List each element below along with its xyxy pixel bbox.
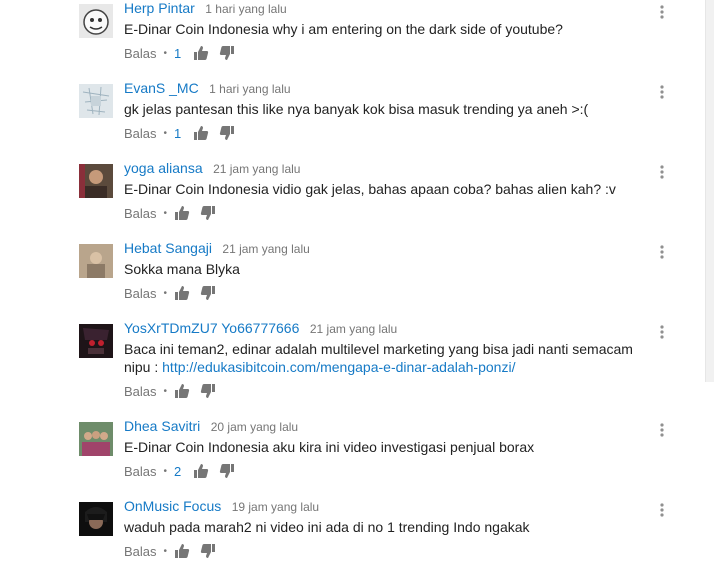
- comment-time[interactable]: 1 hari yang lalu: [209, 82, 290, 96]
- reply-button[interactable]: Balas: [124, 126, 157, 141]
- avatar[interactable]: [79, 84, 113, 118]
- comment-actions: Balas •: [124, 542, 226, 560]
- like-count: 1: [174, 45, 182, 61]
- group-photo-avatar-icon: [79, 244, 113, 278]
- comment-actions: Balas • 1: [124, 124, 245, 142]
- comment: Herp Pintar 1 hari yang lalu E-Dinar Coi…: [0, 0, 690, 70]
- comment-time[interactable]: 21 jam yang lalu: [222, 242, 309, 256]
- comment-text: Sokka mana Blyka: [124, 261, 240, 277]
- comment-time[interactable]: 1 hari yang lalu: [205, 2, 286, 16]
- like-count: 1: [174, 125, 182, 141]
- anime-avatar-icon: [79, 324, 113, 358]
- comment-actions: Balas •: [124, 284, 226, 302]
- thumbs-down-icon[interactable]: [200, 543, 216, 559]
- thumbs-down-icon[interactable]: [219, 45, 235, 61]
- thumbs-down-icon[interactable]: [200, 383, 216, 399]
- comment-author[interactable]: YosXrTDmZU7 Yo66777666: [124, 320, 299, 336]
- thumbs-up-icon[interactable]: [174, 383, 190, 399]
- comment-time[interactable]: 21 jam yang lalu: [213, 162, 300, 176]
- comment-author[interactable]: OnMusic Focus: [124, 498, 221, 514]
- comment: OnMusic Focus 19 jam yang lalu waduh pad…: [0, 488, 690, 568]
- comment: Hebat Sangaji 21 jam yang lalu Sokka man…: [0, 230, 690, 310]
- comment-text: E-Dinar Coin Indonesia aku kira ini vide…: [124, 439, 535, 455]
- comment-author[interactable]: Dhea Savitri: [124, 418, 200, 434]
- more-options-icon[interactable]: [658, 4, 666, 20]
- avatar[interactable]: [79, 422, 113, 456]
- sketch-avatar-icon: [79, 84, 113, 118]
- thumbs-down-icon[interactable]: [200, 205, 216, 221]
- avatar[interactable]: [79, 164, 113, 198]
- reply-button[interactable]: Balas: [124, 206, 157, 221]
- separator-dot: •: [163, 127, 168, 139]
- comment-text: waduh pada marah2 ni video ini ada di no…: [124, 519, 530, 535]
- thumbs-up-icon[interactable]: [174, 205, 190, 221]
- comment-actions: Balas • 1: [124, 44, 245, 62]
- more-options-icon[interactable]: [658, 502, 666, 518]
- more-options-icon[interactable]: [658, 422, 666, 438]
- comment-text: Baca ini teman2, edinar adalah multileve…: [124, 340, 644, 376]
- avatar[interactable]: [79, 244, 113, 278]
- dark-portrait-avatar-icon: [79, 502, 113, 536]
- more-options-icon[interactable]: [658, 324, 666, 340]
- comment-time[interactable]: 20 jam yang lalu: [211, 420, 298, 434]
- thumbs-up-icon[interactable]: [193, 463, 209, 479]
- comment-time[interactable]: 21 jam yang lalu: [310, 322, 397, 336]
- comment: yoga aliansa 21 jam yang lalu E-Dinar Co…: [0, 150, 690, 230]
- avatar[interactable]: [79, 4, 113, 38]
- more-options-icon[interactable]: [658, 84, 666, 100]
- comment: EvanS _MC 1 hari yang lalu gk jelas pant…: [0, 70, 690, 150]
- comment-link[interactable]: http://edukasibitcoin.com/mengapa-e-dina…: [162, 359, 515, 375]
- thumbs-up-icon[interactable]: [174, 543, 190, 559]
- thumbs-down-icon[interactable]: [219, 463, 235, 479]
- comment-text: E-Dinar Coin Indonesia why i am entering…: [124, 21, 563, 37]
- reply-button[interactable]: Balas: [124, 46, 157, 61]
- separator-dot: •: [163, 385, 168, 397]
- comment-text: gk jelas pantesan this like nya banyak k…: [124, 101, 589, 117]
- reply-button[interactable]: Balas: [124, 464, 157, 479]
- comment-text: E-Dinar Coin Indonesia vidio gak jelas, …: [124, 181, 616, 197]
- reply-button[interactable]: Balas: [124, 384, 157, 399]
- thumbs-down-icon[interactable]: [200, 285, 216, 301]
- comment-time[interactable]: 19 jam yang lalu: [232, 500, 319, 514]
- scrollbar-thumb[interactable]: [705, 0, 714, 382]
- comment: YosXrTDmZU7 Yo66777666 21 jam yang lalu …: [0, 310, 690, 408]
- comment-author[interactable]: EvanS _MC: [124, 80, 199, 96]
- thumbs-up-icon[interactable]: [193, 45, 209, 61]
- comment-actions: Balas •: [124, 382, 226, 400]
- group-photo-avatar-icon: [79, 422, 113, 456]
- comment-author[interactable]: yoga aliansa: [124, 160, 203, 176]
- separator-dot: •: [163, 465, 168, 477]
- reply-button[interactable]: Balas: [124, 286, 157, 301]
- separator-dot: •: [163, 207, 168, 219]
- comment-author[interactable]: Herp Pintar: [124, 0, 195, 16]
- comment-actions: Balas •: [124, 204, 226, 222]
- comment: Dhea Savitri 20 jam yang lalu E-Dinar Co…: [0, 408, 690, 488]
- comment-author[interactable]: Hebat Sangaji: [124, 240, 212, 256]
- reply-button[interactable]: Balas: [124, 544, 157, 559]
- more-options-icon[interactable]: [658, 244, 666, 260]
- separator-dot: •: [163, 287, 168, 299]
- comment-actions: Balas • 2: [124, 462, 245, 480]
- like-count: 2: [174, 463, 182, 479]
- separator-dot: •: [163, 545, 168, 557]
- more-options-icon[interactable]: [658, 164, 666, 180]
- person-photo-avatar-icon: [79, 164, 113, 198]
- thumbs-down-icon[interactable]: [219, 125, 235, 141]
- comment-list: Herp Pintar 1 hari yang lalu E-Dinar Coi…: [0, 0, 690, 568]
- thumbs-up-icon[interactable]: [193, 125, 209, 141]
- avatar[interactable]: [79, 502, 113, 536]
- scrollbar-track[interactable]: [703, 0, 717, 567]
- thumbs-up-icon[interactable]: [174, 285, 190, 301]
- avatar[interactable]: [79, 324, 113, 358]
- separator-dot: •: [163, 47, 168, 59]
- cartoon-face-avatar-icon: [79, 4, 113, 38]
